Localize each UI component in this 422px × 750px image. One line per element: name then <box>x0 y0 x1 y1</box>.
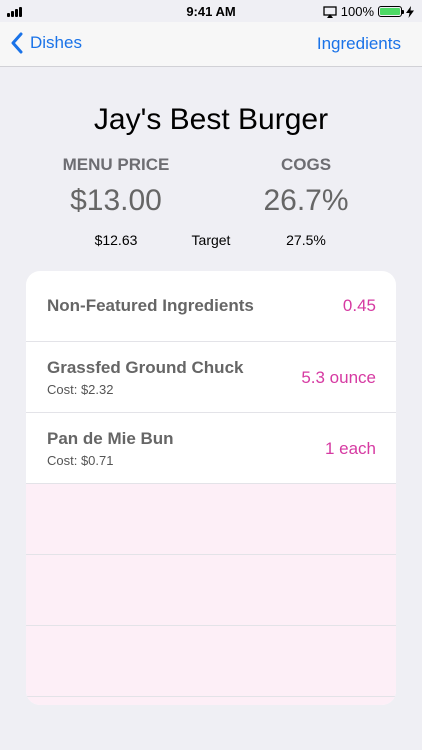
empty-ingredient-row[interactable] <box>26 626 396 697</box>
battery-percent: 100% <box>340 4 374 19</box>
cogs-value: 26.7% <box>263 184 349 217</box>
non-featured-label: Non-Featured Ingredients <box>47 296 254 315</box>
ingredient-row[interactable]: Grassfed Ground Chuck Cost: $2.32 5.3 ou… <box>26 342 396 413</box>
status-right: 100% <box>323 4 414 19</box>
menu-price-label: MENU PRICE <box>62 155 170 174</box>
target-label: Target <box>191 232 231 248</box>
back-button[interactable]: Dishes <box>10 32 82 54</box>
ingredient-name: Pan de Mie Bun <box>47 429 174 448</box>
status-bar: 9:41 AM 100% <box>0 0 422 22</box>
charging-bolt-icon <box>406 5 414 18</box>
ingredient-name: Grassfed Ground Chuck <box>47 358 244 377</box>
chevron-left-icon <box>11 32 23 54</box>
empty-ingredient-row[interactable] <box>26 697 396 705</box>
empty-ingredient-row[interactable] <box>26 555 396 626</box>
cogs-label: COGS <box>280 155 332 174</box>
ingredient-quantity[interactable]: 5.3 ounce <box>301 368 376 388</box>
airplay-icon <box>323 5 337 18</box>
non-featured-ingredients-row[interactable]: Non-Featured Ingredients 0.45 <box>26 271 396 342</box>
navigation-bar: Dishes Ingredients <box>0 22 422 67</box>
back-button-label: Dishes <box>30 33 82 52</box>
ingredient-quantity[interactable]: 1 each <box>325 439 376 459</box>
ingredient-cost: Cost: $2.32 <box>47 382 114 397</box>
dish-title: Jay's Best Burger <box>93 103 329 136</box>
non-featured-value: 0.45 <box>342 296 376 315</box>
empty-ingredient-row[interactable] <box>26 484 396 555</box>
ingredient-row[interactable]: Pan de Mie Bun Cost: $0.71 1 each <box>26 413 396 484</box>
battery-icon <box>378 6 404 17</box>
ingredients-card: Non-Featured Ingredients 0.45 Grassfed G… <box>26 271 396 705</box>
ingredient-cost: Cost: $0.71 <box>47 453 114 468</box>
ingredients-button[interactable]: Ingredients <box>317 34 401 54</box>
menu-price-value: $13.00 <box>70 184 162 217</box>
